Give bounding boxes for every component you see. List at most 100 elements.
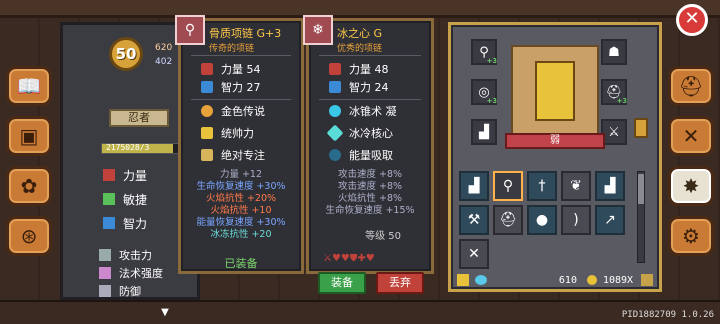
ice-heart-icon: ❄ — [303, 15, 333, 45]
bonus-line: 生命恢复速度 +15% — [325, 205, 415, 216]
derived-label: 法术强度 — [119, 267, 163, 280]
sun-burst-icon: ✸ — [682, 174, 700, 198]
bonus-line: 能量恢复速度 +30% — [196, 217, 286, 228]
equip-slot-pet[interactable]: ☗ — [601, 39, 627, 65]
bonus-line: 冰冻抗性 +20 — [210, 229, 272, 240]
divider — [191, 99, 291, 100]
stat-value: 27 — [246, 80, 261, 94]
cube-icon: ▣ — [19, 124, 39, 148]
trait-row: 金色传说 — [201, 103, 265, 119]
inventory-slot[interactable]: ⛑ — [493, 205, 523, 235]
currency-bar: 610 1089X — [457, 271, 653, 289]
inventory-scrollbar[interactable] — [637, 171, 645, 263]
derived-row-attack: 攻击力 — [99, 247, 152, 263]
crossed-swords-icon: ✕ — [468, 246, 480, 262]
trait-row: 能量吸取 — [329, 147, 393, 163]
trait-row: 冰锥术 凝 — [329, 103, 397, 119]
book-icon — [201, 81, 213, 93]
trophy-icon — [201, 127, 213, 139]
inventory-slot[interactable]: ▟ — [459, 171, 489, 201]
gold-drop-icon — [201, 105, 213, 117]
trait-row: 统帅力 — [201, 125, 254, 141]
book-icon — [103, 217, 115, 229]
inventory-panel: ⚲ +3 ◎ +3 ▟ ☗ ⛑ +3 ⚔ 弱 ▟ ⚲ † ❦ ▟ ⚒ ⛑ ● ) ↗ … — [448, 22, 662, 292]
lock-icon[interactable] — [457, 274, 469, 286]
hp-value: 620 — [155, 43, 173, 53]
equipped-item-card: ⚲ 骨质项链 G+3 传奇的项链 力量 54 智力 27 金色传说 统帅力 绝对… — [175, 15, 304, 274]
divider — [319, 55, 421, 56]
trait-row: 冰冷核心 — [326, 124, 393, 142]
stat-value: 54 — [246, 62, 261, 76]
attribute-label: 敏捷 — [123, 192, 148, 207]
paw-tab-button[interactable]: ✿ — [6, 166, 52, 206]
gem-icon — [474, 275, 487, 285]
wheel-tab-button[interactable]: ⊛ — [6, 216, 52, 256]
book-icon — [329, 81, 341, 93]
tools-tab-button[interactable]: ✕ — [668, 116, 714, 156]
inventory-slot[interactable]: ▟ — [595, 171, 625, 201]
derived-label: 攻击力 — [119, 249, 152, 262]
ice-drop-icon — [329, 105, 341, 117]
trait-label: 金色传说 — [221, 105, 265, 118]
stat-label: 智力 — [221, 81, 243, 94]
stat-row: 力量 48 — [329, 61, 389, 77]
equip-slot-necklace[interactable]: ⚲ +3 — [471, 39, 497, 65]
stat-row: 力量 54 — [201, 61, 261, 77]
equip-button[interactable]: 装备 — [318, 272, 366, 294]
coin-count: 1089X — [602, 274, 634, 286]
fist-icon — [329, 63, 341, 75]
bonus-line: 生命恢复速度 +30% — [196, 181, 286, 192]
divider — [319, 99, 421, 100]
hourglass-icon — [201, 149, 213, 161]
inventory-slot[interactable]: ↗ — [595, 205, 625, 235]
scrollbar-thumb[interactable] — [638, 174, 644, 204]
axe-icon: ⚒ — [467, 212, 481, 228]
sort-icon[interactable] — [641, 274, 653, 286]
sword-icon — [99, 249, 111, 261]
close-button[interactable]: ✕ — [676, 4, 708, 36]
equip-slot-ring[interactable]: ◎ +3 — [471, 79, 497, 105]
chevron-down-icon[interactable]: ▼ — [153, 307, 177, 318]
item-title: 骨质项链 G+3 — [209, 27, 282, 40]
bonus-line: 火焰抗性 +20% — [205, 193, 277, 204]
stat-label: 力量 — [349, 63, 371, 76]
skills-tab-button[interactable]: ✸ — [668, 166, 714, 206]
stat-value: 48 — [374, 62, 389, 76]
stat-value: 24 — [374, 80, 389, 94]
cube-tab-button[interactable]: ▣ — [6, 116, 52, 156]
inventory-slot[interactable]: ❦ — [561, 171, 591, 201]
pet-icon: ☗ — [608, 44, 620, 60]
inventory-slot[interactable]: ⚒ — [459, 205, 489, 235]
stat-label: 力量 — [221, 63, 243, 76]
inventory-side-tab[interactable] — [634, 118, 648, 138]
inventory-slot[interactable]: ● — [527, 205, 557, 235]
fist-icon — [103, 169, 115, 181]
equip-slot-helmet[interactable]: ⛑ +3 — [601, 79, 627, 105]
equip-slot-boots[interactable]: ▟ — [471, 119, 497, 145]
attribute-label: 力量 — [123, 168, 148, 183]
card-header: 骨质项链 G+3 传奇的项链 — [209, 25, 297, 54]
inventory-slot[interactable]: ) — [561, 205, 591, 235]
inventory-slot[interactable]: † — [527, 171, 557, 201]
mp-value: 402 — [155, 57, 173, 67]
helmet-icon: ⛑ — [678, 74, 704, 98]
equipped-status: 已装备 — [224, 257, 258, 270]
journal-tab-button[interactable]: 📖 — [6, 66, 52, 106]
inventory-slot-selected[interactable]: ⚲ — [493, 171, 523, 201]
crossed-tools-icon: ✕ — [682, 124, 700, 148]
sword-icon: ⚔ — [608, 124, 620, 140]
drop-button[interactable]: 丢弃 — [376, 272, 424, 294]
paw-icon: ✿ — [20, 174, 38, 198]
bonus-line: 攻击速度 +8% — [337, 169, 403, 180]
floor — [0, 300, 720, 324]
settings-tab-button[interactable]: ⚙ — [668, 216, 714, 256]
boots-icon: ▟ — [604, 178, 616, 194]
helmet-tab-button[interactable]: ⛑ — [668, 66, 714, 106]
version-label: PID1882709 1.0.26 — [621, 310, 714, 320]
spear-icon: ↗ — [604, 212, 616, 228]
hero-name-plate: 弱 — [505, 133, 605, 149]
inventory-slot[interactable]: ✕ — [459, 239, 489, 269]
gear-icon: ⚙ — [682, 224, 700, 248]
necklace-icon: ⚲ — [502, 178, 514, 194]
boots-icon: ▟ — [479, 124, 489, 140]
